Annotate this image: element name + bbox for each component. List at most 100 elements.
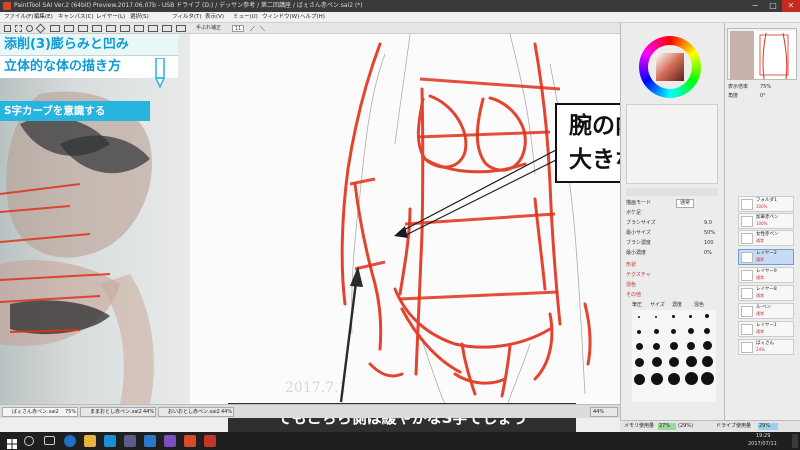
brush-size-dot[interactable]: [688, 328, 694, 334]
brush-size-dot[interactable]: [652, 357, 662, 367]
blend-mode-label: 描画モード: [626, 200, 652, 206]
document-tabs: ばぇさん赤ペン.sai2 75% ままおとし赤ペン.sai2 44% おいおとし…: [0, 404, 620, 418]
layer-item-selected[interactable]: レイヤー2 通常: [738, 249, 794, 265]
drive-value: 29%: [758, 423, 778, 430]
brush-size-dot[interactable]: [655, 316, 657, 318]
memory-detail: (29%): [678, 423, 694, 429]
navigator-preview[interactable]: [727, 28, 797, 80]
section-blend[interactable]: 混色: [626, 282, 636, 289]
layer-mode: 通常: [756, 238, 764, 243]
folder-icon: [741, 199, 753, 210]
section-shape[interactable]: 形状: [626, 262, 636, 269]
task-view-icon[interactable]: [44, 436, 55, 445]
tab-zoom: 44%: [221, 409, 233, 415]
section-other[interactable]: その他: [626, 292, 641, 299]
brush-size-dot[interactable]: [702, 356, 713, 367]
brush-size-dot[interactable]: [689, 315, 692, 318]
folder-icon: [741, 233, 753, 244]
pressure-blend-checkbox[interactable]: 混色: [694, 302, 704, 309]
brush-size-dot[interactable]: [686, 356, 697, 367]
brush-size-dot[interactable]: [671, 329, 676, 334]
windows-icon: [7, 439, 17, 449]
sai-icon[interactable]: [204, 435, 216, 447]
layer-item[interactable]: レイヤー1 通常: [738, 321, 794, 337]
store-icon[interactable]: [104, 435, 116, 447]
tab-zoom: 44%: [143, 409, 155, 415]
layer-opacity: 100%: [756, 204, 768, 209]
pressure-size-checkbox[interactable]: サイズ: [650, 302, 665, 309]
layer-item[interactable]: レイヤー8 通常: [738, 285, 794, 301]
brush-size-dot[interactable]: [653, 343, 660, 350]
zoom-label: 表示倍率: [728, 84, 749, 90]
brush-size-dot[interactable]: [670, 342, 678, 350]
app-icon[interactable]: [164, 435, 176, 447]
brush-size-dot[interactable]: [636, 343, 643, 350]
tab-label: ままおとし赤ペン.sai2: [90, 409, 142, 415]
tab-document[interactable]: おいおとし赤ペン.sai2 44%: [158, 407, 234, 417]
brush-set-header: [626, 188, 718, 196]
brush-size-label: ブラシサイズ: [626, 220, 656, 226]
blend-mode-select[interactable]: 通常: [676, 199, 695, 208]
layer-item[interactable]: ル-ベン 通常: [738, 303, 794, 319]
app-icon[interactable]: [184, 435, 196, 447]
brush-size-dot[interactable]: [687, 342, 695, 350]
brush-size-dot[interactable]: [668, 373, 680, 385]
start-button[interactable]: [6, 435, 18, 449]
layer-item[interactable]: レイヤー9 通常: [738, 267, 794, 283]
edge-label: ボケ足: [626, 210, 642, 216]
tab-document[interactable]: ばぇさん赤ペン.sai2 75%: [2, 407, 78, 417]
cortana-icon[interactable]: [24, 436, 34, 446]
color-wheel[interactable]: [639, 36, 701, 98]
brush-size-dot[interactable]: [701, 372, 714, 385]
layer-opacity: 24%: [756, 347, 765, 352]
layer-thumbnail: [741, 306, 753, 317]
min-density-value[interactable]: 0%: [704, 250, 712, 257]
brush-size-dot[interactable]: [672, 315, 675, 318]
brush-size-value[interactable]: 9.0: [704, 220, 712, 227]
color-square[interactable]: [656, 53, 684, 81]
brush-size-dot[interactable]: [651, 373, 663, 385]
zoom-value[interactable]: 75%: [760, 84, 771, 91]
tab-document[interactable]: ままおとし赤ペン.sai2 44%: [80, 407, 156, 417]
tab-zoom: 75%: [65, 409, 77, 415]
clock-date[interactable]: 2017/07/11: [748, 441, 777, 448]
min-density-label: 最小濃度: [626, 250, 647, 256]
ie-icon[interactable]: [64, 435, 76, 447]
layer-item[interactable]: 加筆赤ペン 100%: [738, 213, 794, 229]
brush-size-dot[interactable]: [705, 314, 709, 318]
drive-label: ドライブ使用量: [716, 423, 752, 429]
brush-size-grid[interactable]: [632, 310, 716, 402]
layer-thumbnail: [741, 270, 753, 281]
clock-time[interactable]: 19:29: [756, 433, 770, 440]
layer-item[interactable]: 女性赤ペン 通常: [738, 230, 794, 246]
tool-palette: [626, 104, 718, 184]
layer-thumbnail: [741, 324, 753, 335]
explorer-icon[interactable]: [84, 435, 96, 447]
brush-size-dot[interactable]: [685, 372, 698, 385]
brush-size-dot[interactable]: [637, 330, 641, 334]
brush-size-dot[interactable]: [669, 357, 679, 367]
taskbar: 19:29 2017/07/11: [0, 432, 800, 450]
section-texture[interactable]: テクスチャ: [626, 272, 651, 279]
angle-value[interactable]: 0°: [760, 93, 766, 100]
brush-size-dot[interactable]: [704, 328, 710, 334]
app-icon[interactable]: [144, 435, 156, 447]
brush-size-dot[interactable]: [635, 358, 644, 367]
brush-size-dot[interactable]: [703, 341, 712, 350]
layer-thumbnail: [741, 288, 753, 299]
tab-label: おいおとし赤ペン.sai2: [168, 409, 220, 415]
app-icon[interactable]: [124, 435, 136, 447]
brush-size-dot[interactable]: [634, 374, 645, 385]
tab-document[interactable]: 44%: [590, 407, 618, 417]
density-value[interactable]: 100: [704, 240, 714, 247]
show-desktop-button[interactable]: [792, 434, 798, 448]
layer-item[interactable]: ばぇさん 24%: [738, 339, 794, 355]
brush-size-dot[interactable]: [638, 316, 640, 318]
pressure-density-checkbox[interactable]: 濃度: [672, 302, 682, 309]
memory-value: 27%: [658, 423, 676, 430]
layer-item[interactable]: フォルダ1 100%: [738, 196, 794, 212]
layer-thumbnail: [741, 252, 753, 263]
brush-size-dot[interactable]: [654, 329, 659, 334]
min-size-value[interactable]: 50%: [704, 230, 715, 237]
layer-mode: 通常: [756, 311, 764, 316]
